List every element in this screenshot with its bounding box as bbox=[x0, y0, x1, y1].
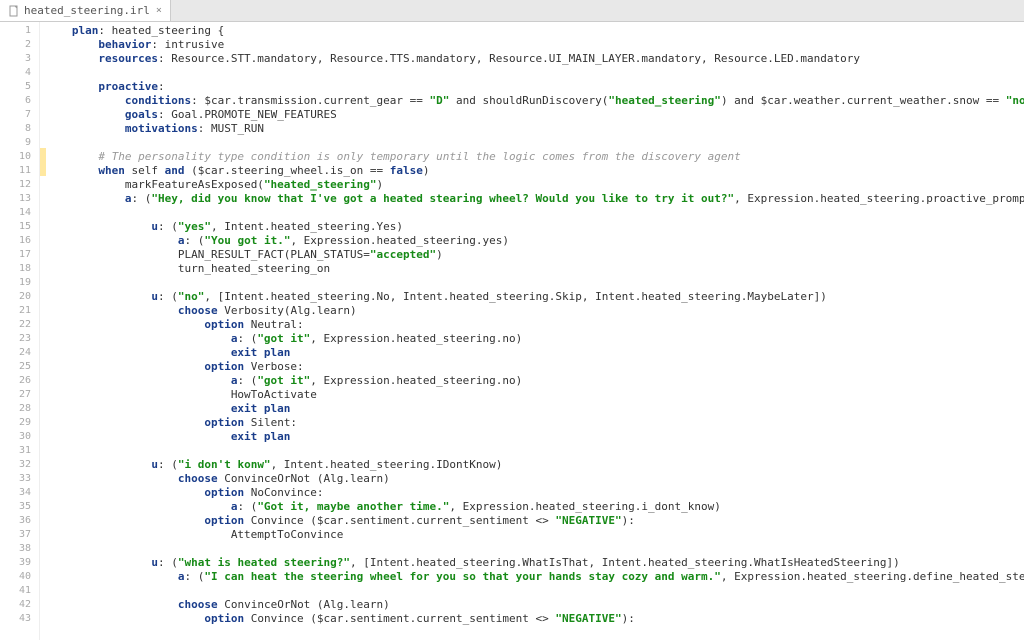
line-number: 1 bbox=[0, 24, 39, 38]
code-line: plan: heated_steering { bbox=[52, 24, 1024, 38]
line-number: 13 bbox=[0, 192, 39, 206]
tab-bar: heated_steering.irl × bbox=[0, 0, 1024, 22]
code-line: when self and ($car.steering_wheel.is_on… bbox=[52, 164, 1024, 178]
line-number: 9 bbox=[0, 136, 39, 150]
code-line bbox=[52, 66, 1024, 80]
tab-filename: heated_steering.irl bbox=[24, 4, 150, 17]
line-number: 12 bbox=[0, 178, 39, 192]
code-line bbox=[52, 206, 1024, 220]
code-line: proactive: bbox=[52, 80, 1024, 94]
code-line: u: ("no", [Intent.heated_steering.No, In… bbox=[52, 290, 1024, 304]
code-line: a: ("You got it.", Expression.heated_ste… bbox=[52, 234, 1024, 248]
code-line: u: ("i don't konw", Intent.heated_steeri… bbox=[52, 458, 1024, 472]
line-number: 41 bbox=[0, 584, 39, 598]
code-line: option Neutral: bbox=[52, 318, 1024, 332]
line-number: 30 bbox=[0, 430, 39, 444]
line-number-gutter: 1234567891011121314151617181920212223242… bbox=[0, 22, 40, 640]
line-number: 23 bbox=[0, 332, 39, 346]
line-number: 29 bbox=[0, 416, 39, 430]
line-number: 36 bbox=[0, 514, 39, 528]
line-number: 4 bbox=[0, 66, 39, 80]
code-line: HowToActivate bbox=[52, 388, 1024, 402]
line-number: 2 bbox=[0, 38, 39, 52]
code-line: option NoConvince: bbox=[52, 486, 1024, 500]
line-number: 42 bbox=[0, 598, 39, 612]
line-number: 11 bbox=[0, 164, 39, 178]
code-line: a: ("got it", Expression.heated_steering… bbox=[52, 374, 1024, 388]
line-number: 8 bbox=[0, 122, 39, 136]
file-tab[interactable]: heated_steering.irl × bbox=[0, 0, 171, 21]
line-number: 19 bbox=[0, 276, 39, 290]
line-number: 35 bbox=[0, 500, 39, 514]
code-line: exit plan bbox=[52, 346, 1024, 360]
line-number: 39 bbox=[0, 556, 39, 570]
code-line bbox=[52, 276, 1024, 290]
code-area[interactable]: plan: heated_steering { behavior: intrus… bbox=[46, 22, 1024, 640]
code-line: a: ("I can heat the steering wheel for y… bbox=[52, 570, 1024, 584]
code-line: u: ("yes", Intent.heated_steering.Yes) bbox=[52, 220, 1024, 234]
line-number: 3 bbox=[0, 52, 39, 66]
code-line bbox=[52, 136, 1024, 150]
code-line: a: ("Got it, maybe another time.", Expre… bbox=[52, 500, 1024, 514]
code-line: behavior: intrusive bbox=[52, 38, 1024, 52]
close-icon[interactable]: × bbox=[156, 5, 162, 16]
line-number: 24 bbox=[0, 346, 39, 360]
code-line: exit plan bbox=[52, 430, 1024, 444]
code-line bbox=[52, 584, 1024, 598]
code-line: AttemptToConvince bbox=[52, 528, 1024, 542]
code-line: markFeatureAsExposed("heated_steering") bbox=[52, 178, 1024, 192]
line-number: 25 bbox=[0, 360, 39, 374]
code-line: option Silent: bbox=[52, 416, 1024, 430]
code-line: option Convince ($car.sentiment.current_… bbox=[52, 514, 1024, 528]
code-line: choose ConvinceOrNot (Alg.learn) bbox=[52, 472, 1024, 486]
code-line: PLAN_RESULT_FACT(PLAN_STATUS="accepted") bbox=[52, 248, 1024, 262]
line-number: 28 bbox=[0, 402, 39, 416]
line-number: 26 bbox=[0, 374, 39, 388]
line-number: 40 bbox=[0, 570, 39, 584]
code-line: a: ("got it", Expression.heated_steering… bbox=[52, 332, 1024, 346]
code-line: motivations: MUST_RUN bbox=[52, 122, 1024, 136]
code-line: option Verbose: bbox=[52, 360, 1024, 374]
line-number: 7 bbox=[0, 108, 39, 122]
line-number: 31 bbox=[0, 444, 39, 458]
line-number: 32 bbox=[0, 458, 39, 472]
code-line: u: ("what is heated steering?", [Intent.… bbox=[52, 556, 1024, 570]
code-line: turn_heated_steering_on bbox=[52, 262, 1024, 276]
line-number: 5 bbox=[0, 80, 39, 94]
line-number: 37 bbox=[0, 528, 39, 542]
line-number: 6 bbox=[0, 94, 39, 108]
code-line: goals: Goal.PROMOTE_NEW_FEATURES bbox=[52, 108, 1024, 122]
file-icon bbox=[8, 5, 20, 17]
line-number: 34 bbox=[0, 486, 39, 500]
line-number: 10 bbox=[0, 150, 39, 164]
line-number: 17 bbox=[0, 248, 39, 262]
line-number: 43 bbox=[0, 612, 39, 626]
code-line: option Convince ($car.sentiment.current_… bbox=[52, 612, 1024, 626]
code-line: conditions: $car.transmission.current_ge… bbox=[52, 94, 1024, 108]
line-number: 16 bbox=[0, 234, 39, 248]
line-number: 20 bbox=[0, 290, 39, 304]
line-number: 21 bbox=[0, 304, 39, 318]
line-number: 14 bbox=[0, 206, 39, 220]
editor: 1234567891011121314151617181920212223242… bbox=[0, 22, 1024, 640]
line-number: 27 bbox=[0, 388, 39, 402]
line-number: 15 bbox=[0, 220, 39, 234]
line-number: 18 bbox=[0, 262, 39, 276]
code-line: # The personality type condition is only… bbox=[52, 150, 1024, 164]
line-number: 33 bbox=[0, 472, 39, 486]
code-line: resources: Resource.STT.mandatory, Resou… bbox=[52, 52, 1024, 66]
line-number: 38 bbox=[0, 542, 39, 556]
code-line: a: ("Hey, did you know that I've got a h… bbox=[52, 192, 1024, 206]
code-line: exit plan bbox=[52, 402, 1024, 416]
line-number: 22 bbox=[0, 318, 39, 332]
code-line bbox=[52, 542, 1024, 556]
code-line: choose ConvinceOrNot (Alg.learn) bbox=[52, 598, 1024, 612]
code-line: choose Verbosity(Alg.learn) bbox=[52, 304, 1024, 318]
code-line bbox=[52, 444, 1024, 458]
